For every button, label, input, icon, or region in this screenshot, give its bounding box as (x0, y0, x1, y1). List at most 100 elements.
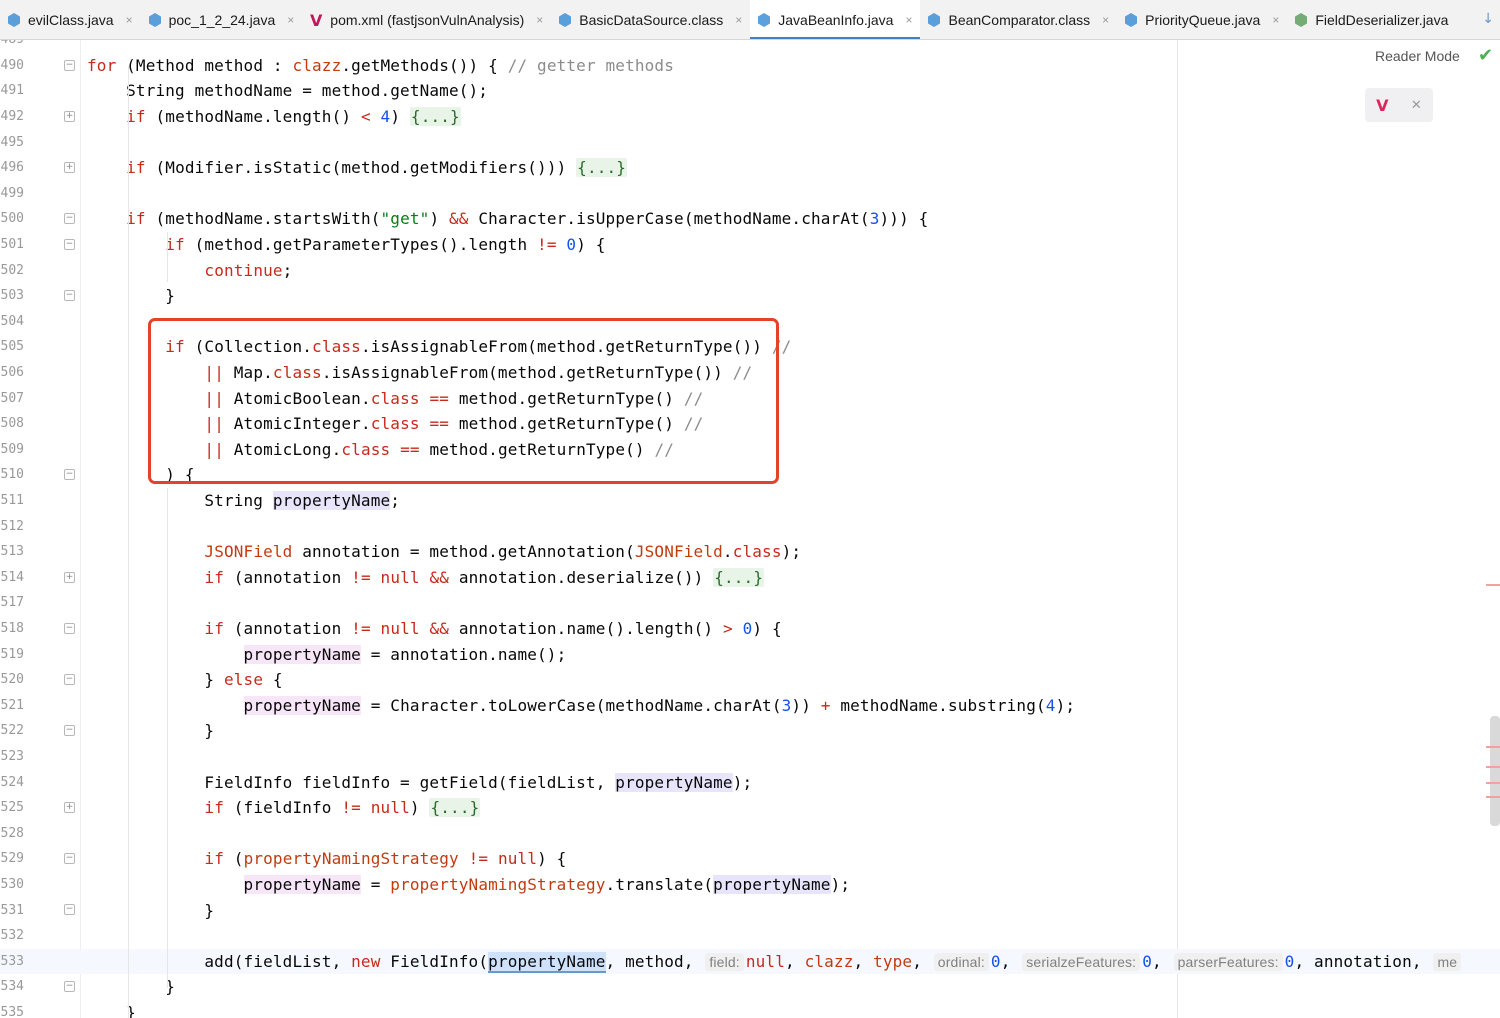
tab-basicdatasource-class[interactable]: BasicDataSource.class × (551, 0, 750, 39)
fold-collapse-icon[interactable]: − (64, 213, 75, 225)
code-line[interactable]: 496 + if (Modifier.isStatic(method.getMod… (0, 155, 1500, 181)
code-line[interactable]: 505 if (Collection.class.isAssignableFro… (0, 334, 1500, 360)
line-number: 523 (0, 749, 24, 765)
tab-close-icon[interactable]: × (530, 13, 543, 27)
code-line[interactable]: 513 JSONField annotation = method.getAnn… (0, 539, 1500, 565)
line-number: 495 (0, 134, 24, 150)
code-line[interactable]: 490 − for (Method method : clazz.getMethod… (0, 53, 1500, 79)
code-text: if (propertyNamingStrategy != null) { (204, 849, 567, 869)
fold-expand-icon[interactable]: + (64, 802, 75, 813)
line-number: 506 (0, 365, 24, 381)
line-number: 518 (0, 621, 24, 637)
line-number: 500 (0, 211, 24, 227)
maven-icon: V (308, 11, 324, 30)
line-number: 531 (0, 902, 24, 918)
code-line[interactable]: 503 − } (0, 283, 1500, 309)
code-line[interactable]: 504 (0, 309, 1500, 335)
code-text: if (fieldInfo != null) {...} (204, 798, 481, 818)
code-editor[interactable]: Reader Mode ✔ V ✕ 489490−for (Method met… (0, 40, 1500, 1018)
code-line[interactable]: 533 add(fieldList, new FieldInfo(propert… (0, 948, 1500, 975)
code-text: } (87, 286, 176, 306)
code-line[interactable]: 521 propertyName = Character.toLowerCase… (0, 693, 1500, 719)
code-line[interactable]: 507 || AtomicBoolean.class == method.get… (0, 385, 1500, 411)
line-number: 528 (0, 825, 24, 841)
code-line[interactable]: 520 − } else { (0, 667, 1500, 693)
line-number: 520 (0, 672, 24, 688)
editor-tab-bar: evilClass.java × poc_1_2_24.java × Vpom.xml … (0, 0, 1500, 40)
code-line[interactable]: 524 FieldInfo fieldInfo = getField(field… (0, 769, 1500, 795)
fold-collapse-icon[interactable]: − (64, 904, 75, 916)
code-line[interactable]: 517 (0, 590, 1500, 616)
code-line[interactable]: 492 + if (methodName.length() < 4) {...} (0, 104, 1500, 130)
fold-expand-icon[interactable]: + (64, 571, 75, 583)
tab-close-icon[interactable]: × (729, 13, 742, 27)
tab-pom-xml-fastjsonvulnanalysis[interactable]: Vpom.xml (fastjsonVulnAnalysis) × (302, 0, 551, 39)
code-line[interactable]: 529 − if (propertyNamingStrategy != null)… (0, 846, 1500, 872)
line-number: 510 (0, 467, 24, 483)
fold-collapse-icon[interactable]: − (64, 674, 75, 685)
tab-evilclass-java[interactable]: evilClass.java × (0, 0, 141, 39)
code-line[interactable]: 534 − } (0, 974, 1500, 1000)
code-line[interactable]: 499 (0, 181, 1500, 207)
line-number: 504 (0, 313, 24, 329)
code-line[interactable]: 523 (0, 744, 1500, 770)
fold-collapse-icon[interactable]: − (64, 290, 75, 301)
tab-fielddeserializer-java[interactable]: FieldDeserializer.java (1287, 0, 1456, 39)
class-icon (756, 12, 772, 28)
code-line[interactable]: 519 propertyName = annotation.name(); (0, 641, 1500, 667)
class-icon (557, 12, 573, 28)
fold-collapse-icon[interactable]: − (64, 853, 75, 865)
fold-collapse-icon[interactable]: − (64, 622, 75, 634)
fold-collapse-icon[interactable]: − (64, 59, 75, 71)
indent-guide (128, 66, 129, 1018)
code-line[interactable]: 502 continue; (0, 257, 1500, 283)
code-line[interactable]: 514 + if (annotation != null && annotatio… (0, 565, 1500, 591)
fold-collapse-icon[interactable]: − (64, 981, 75, 993)
fold-collapse-icon[interactable]: − (64, 725, 75, 737)
code-line[interactable]: 495 (0, 129, 1500, 155)
line-number: 524 (0, 774, 24, 790)
tab-close-icon[interactable]: × (1096, 13, 1109, 27)
code-text: } (87, 977, 176, 997)
code-line[interactable]: 510 − ) { (0, 462, 1500, 488)
tab-priorityqueue-java[interactable]: PriorityQueue.java × (1117, 0, 1287, 39)
code-line[interactable]: 491 String methodName = method.getName()… (0, 78, 1500, 104)
tab-close-icon[interactable]: × (899, 13, 912, 27)
code-line[interactable]: 535 } (0, 1000, 1500, 1018)
code-line[interactable]: 511 String propertyName; (0, 488, 1500, 514)
code-text: if (methodName.startsWith("get") && Char… (126, 209, 929, 229)
line-number: 530 (0, 877, 24, 893)
code-text: ) { (87, 465, 195, 485)
code-line[interactable]: 530 propertyName = propertyNamingStrateg… (0, 872, 1500, 898)
tab-close-icon[interactable]: × (1266, 13, 1279, 27)
fold-expand-icon[interactable]: + (64, 162, 75, 173)
fold-expand-icon[interactable]: + (64, 110, 75, 122)
code-line[interactable]: 525 + if (fieldInfo != null) {...} (0, 795, 1500, 821)
code-line[interactable]: 489 (0, 40, 1500, 53)
line-number: 489 (0, 40, 24, 47)
code-line[interactable]: 509 || AtomicLong.class == method.getRet… (0, 437, 1500, 463)
class-icon (1123, 12, 1139, 28)
fold-collapse-icon[interactable]: − (64, 238, 75, 250)
code-line[interactable]: 532 (0, 923, 1500, 949)
fold-collapse-icon[interactable]: − (64, 469, 75, 481)
tab-beancomparator-class[interactable]: BeanComparator.class × (920, 0, 1117, 39)
tab-label: BeanComparator.class (948, 12, 1091, 28)
code-line[interactable]: 512 (0, 513, 1500, 539)
tab-poc-1-2-24-java[interactable]: poc_1_2_24.java × (141, 0, 303, 39)
tab-overflow-down-icon[interactable]: ↓ (1482, 11, 1494, 27)
line-number: 522 (0, 723, 24, 739)
line-number: 514 (0, 569, 24, 585)
code-line[interactable]: 518 − if (annotation != null && annotatio… (0, 616, 1500, 642)
tab-close-icon[interactable]: × (120, 13, 133, 27)
tab-close-icon[interactable]: × (281, 13, 294, 27)
code-line[interactable]: 501 − if (method.getParameterTypes().leng… (0, 232, 1500, 258)
code-line[interactable]: 528 (0, 821, 1500, 847)
code-line[interactable]: 522 − } (0, 718, 1500, 744)
code-line[interactable]: 531 − } (0, 897, 1500, 923)
code-line[interactable]: 500 − if (methodName.startsWith("get") &&… (0, 206, 1500, 232)
code-line[interactable]: 506 || Map.class.isAssignableFrom(method… (0, 360, 1500, 386)
line-number: 502 (0, 262, 24, 278)
code-line[interactable]: 508 || AtomicInteger.class == method.get… (0, 411, 1500, 437)
tab-javabeaninfo-java[interactable]: JavaBeanInfo.java × (750, 0, 921, 39)
